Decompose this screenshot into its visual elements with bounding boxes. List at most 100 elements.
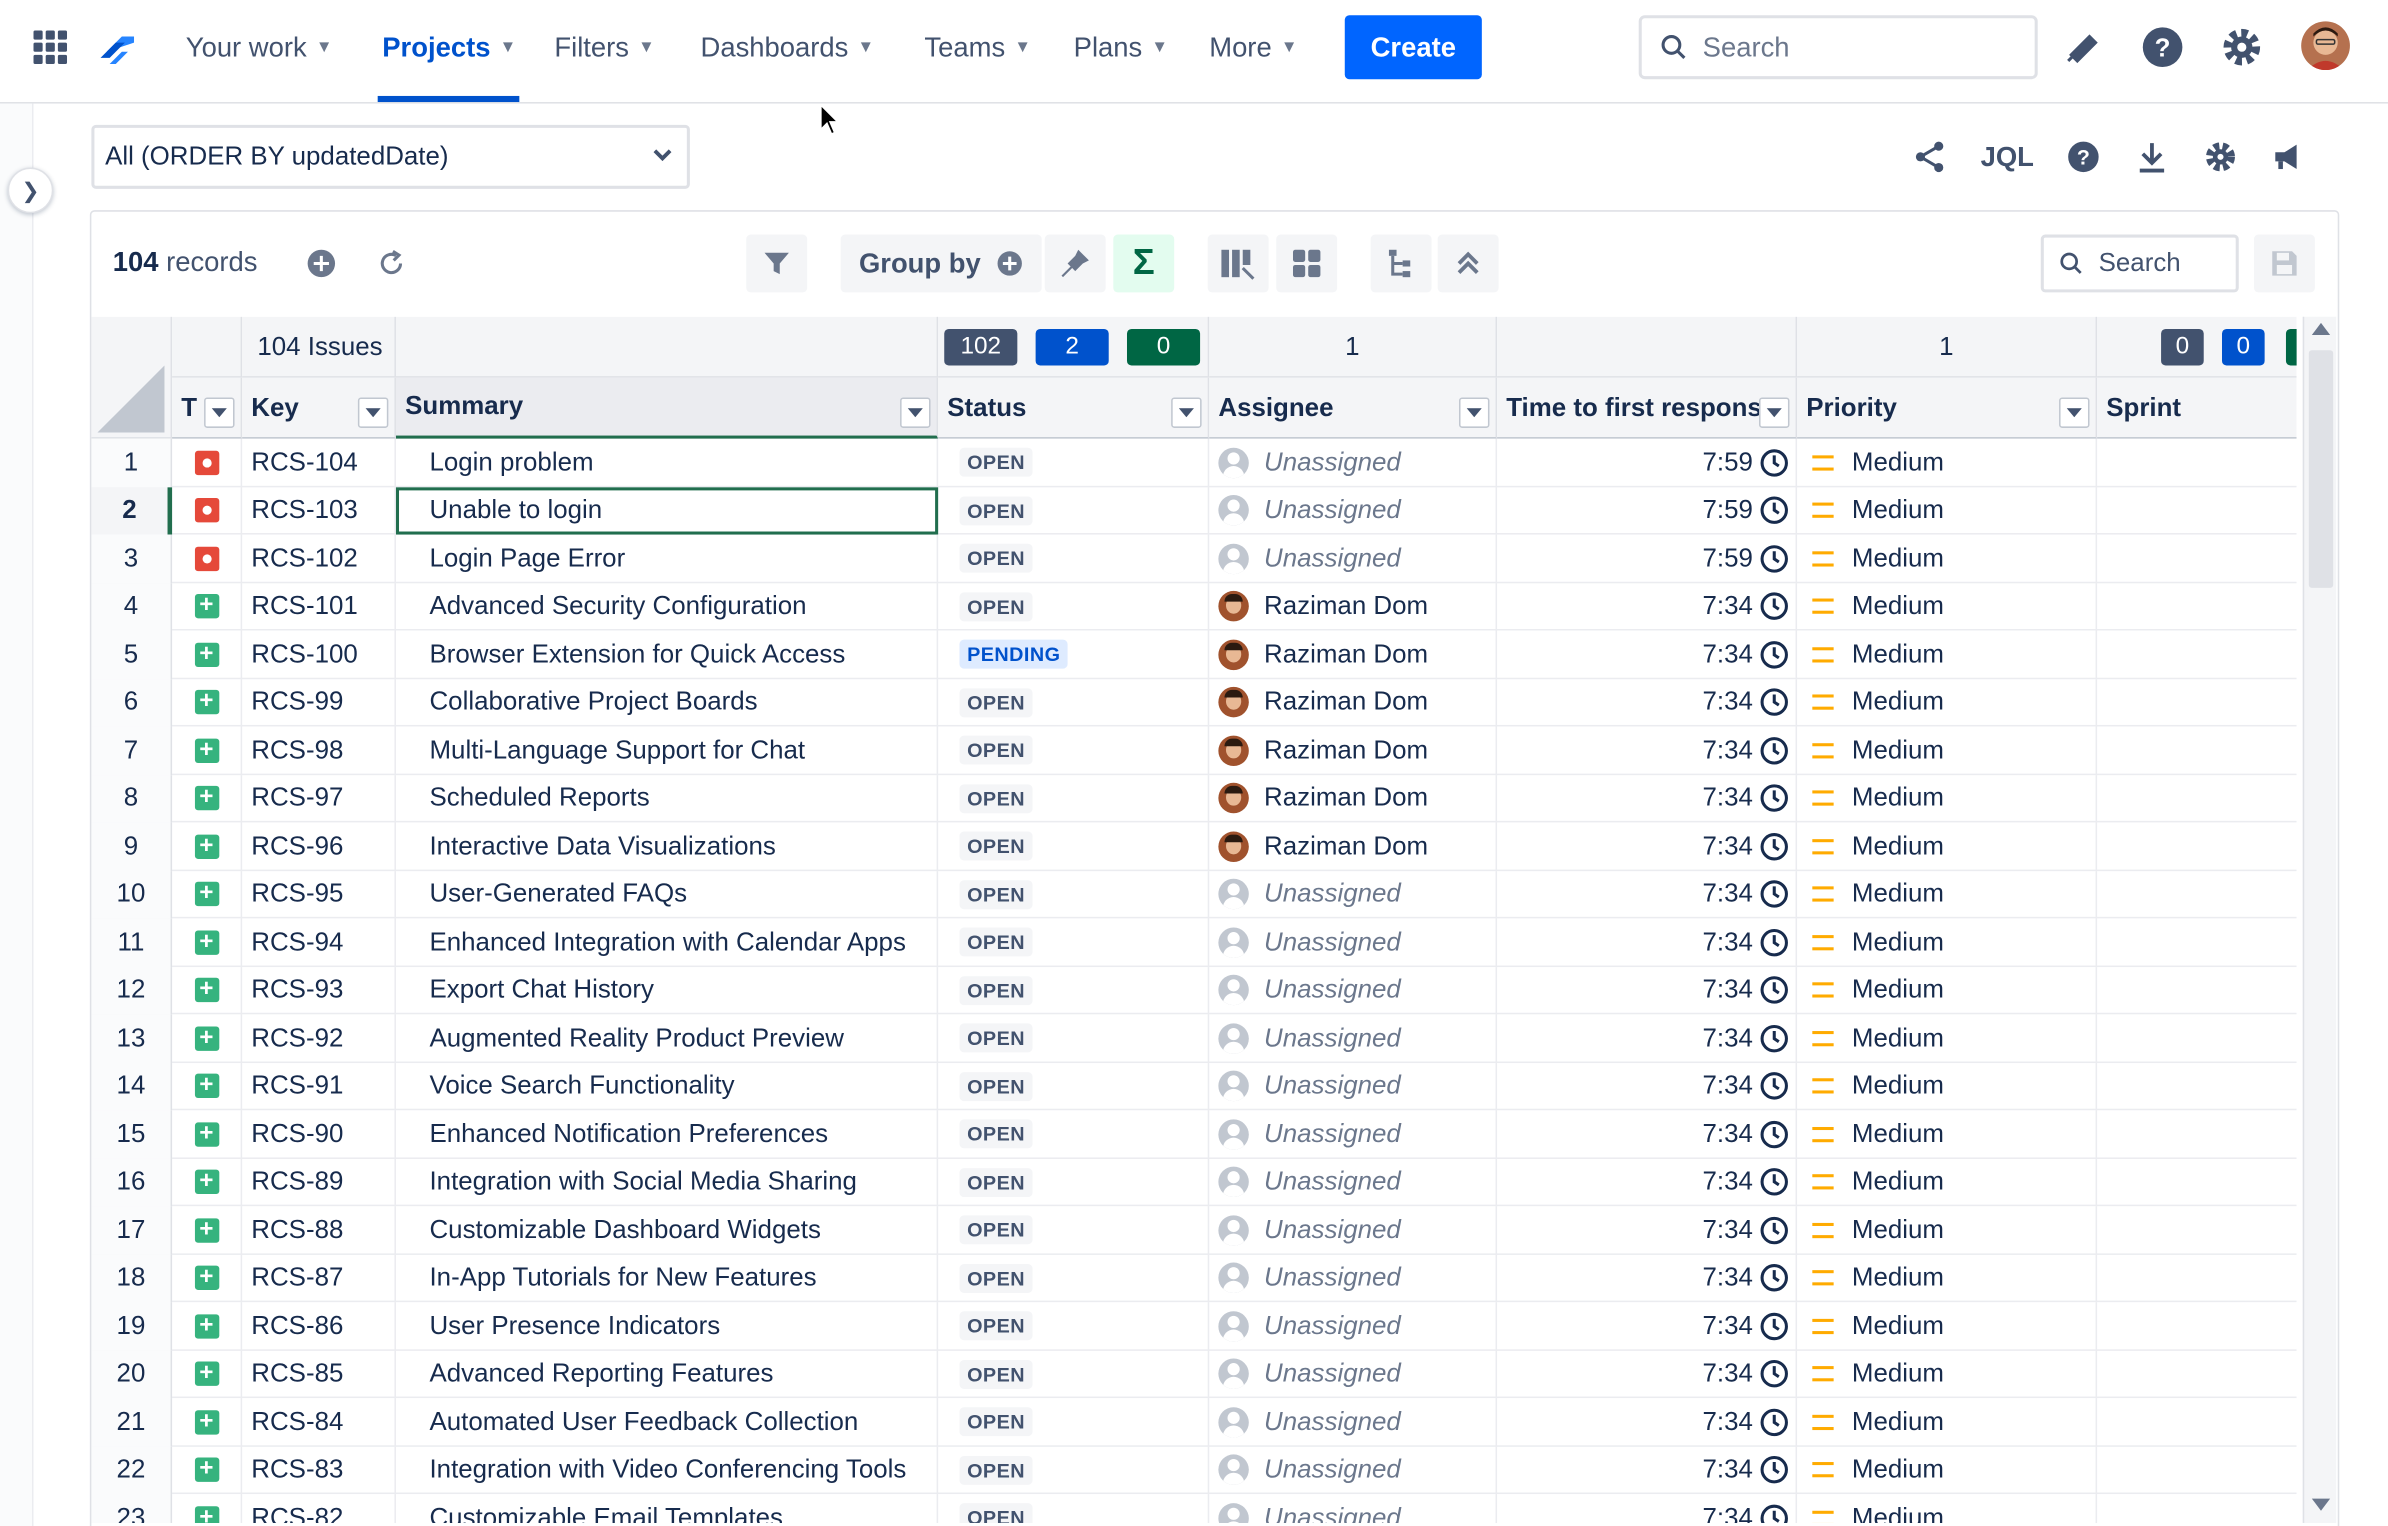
priority-cell[interactable]: Medium: [1797, 918, 2098, 967]
table-row[interactable]: 5 + RCS-100 Browser Extension for Quick Acc…: [91, 630, 2297, 679]
sprint-cell[interactable]: [2097, 870, 2297, 918]
columns-button[interactable]: [1207, 234, 1269, 293]
issue-summary[interactable]: Multi-Language Support for Chat: [396, 726, 939, 775]
issue-type-cell[interactable]: +: [172, 1350, 243, 1399]
time-to-first-response-cell[interactable]: 7:34: [1497, 1158, 1798, 1207]
issue-key[interactable]: RCS-82: [242, 1494, 396, 1523]
time-to-first-response-cell[interactable]: 7:34: [1497, 582, 1798, 631]
sprint-cell[interactable]: [2097, 1254, 2297, 1302]
time-to-first-response-cell[interactable]: 7:34: [1497, 1014, 1798, 1063]
column-header-key[interactable]: Key: [242, 377, 396, 439]
jira-logo-icon[interactable]: [94, 24, 140, 70]
assignee-cell[interactable]: Unassigned: [1209, 1110, 1498, 1159]
table-row[interactable]: 18 + RCS-87 In-App Tutorials for New Featur…: [91, 1254, 2297, 1303]
time-to-first-response-cell[interactable]: 7:34: [1497, 1062, 1798, 1111]
issue-key[interactable]: RCS-103: [242, 486, 396, 535]
issue-type-cell[interactable]: +: [172, 1014, 243, 1063]
app-switcher-icon[interactable]: [33, 30, 68, 64]
sprint-cell[interactable]: [2097, 631, 2297, 679]
time-to-first-response-cell[interactable]: 7:34: [1497, 918, 1798, 967]
column-menu-dropdown[interactable]: [204, 397, 235, 428]
time-to-first-response-cell[interactable]: 7:34: [1497, 678, 1798, 727]
table-row[interactable]: 10 + RCS-95 User-Generated FAQs OPEN Unassign…: [91, 870, 2297, 919]
time-to-first-response-cell[interactable]: 7:34: [1497, 966, 1798, 1015]
issue-type-cell[interactable]: [172, 486, 243, 535]
priority-cell[interactable]: Medium: [1797, 1206, 2098, 1255]
priority-cell[interactable]: Medium: [1797, 582, 2098, 631]
row-number[interactable]: 15: [91, 1110, 173, 1159]
sprint-count-badge[interactable]: 0: [2161, 328, 2204, 366]
priority-cell[interactable]: Medium: [1797, 966, 2098, 1015]
issue-type-cell[interactable]: +: [172, 822, 243, 871]
time-to-first-response-cell[interactable]: 7:34: [1497, 1398, 1798, 1447]
issue-type-cell[interactable]: +: [172, 1062, 243, 1111]
priority-cell[interactable]: Medium: [1797, 1494, 2098, 1523]
issue-type-cell[interactable]: +: [172, 918, 243, 967]
table-row[interactable]: 19 + RCS-86 User Presence Indicators OPEN Una…: [91, 1302, 2297, 1351]
priority-cell[interactable]: Medium: [1797, 822, 2098, 871]
time-to-first-response-cell[interactable]: 7:59: [1497, 438, 1798, 487]
status-cell[interactable]: OPEN: [938, 1398, 1210, 1447]
table-row[interactable]: 20 + RCS-85 Advanced Reporting Features OPEN…: [91, 1350, 2297, 1399]
status-cell[interactable]: OPEN: [938, 1254, 1210, 1303]
settings-icon[interactable]: [2202, 137, 2239, 177]
issue-key[interactable]: RCS-91: [242, 1062, 396, 1111]
status-cell[interactable]: OPEN: [938, 486, 1210, 535]
issue-key[interactable]: RCS-84: [242, 1398, 396, 1447]
issue-type-cell[interactable]: +: [172, 774, 243, 823]
table-row[interactable]: 23 + RCS-82 Customizable Email Templates OPE…: [91, 1494, 2296, 1523]
sprint-cell[interactable]: [2097, 822, 2297, 870]
assignee-cell[interactable]: Raziman Dom: [1209, 726, 1498, 775]
sprint-cell[interactable]: [2097, 1446, 2297, 1494]
vertical-scrollbar[interactable]: [2302, 316, 2337, 1523]
sprint-cell[interactable]: [2097, 1302, 2297, 1350]
column-menu-dropdown[interactable]: [1171, 397, 1202, 428]
issue-key[interactable]: RCS-87: [242, 1254, 396, 1303]
issue-type-cell[interactable]: +: [172, 582, 243, 631]
priority-cell[interactable]: Medium: [1797, 1398, 2098, 1447]
priority-cell[interactable]: Medium: [1797, 1254, 2098, 1303]
jql-button[interactable]: JQL: [1977, 137, 2038, 177]
issue-summary[interactable]: Interactive Data Visualizations: [396, 822, 939, 871]
column-header-assignee[interactable]: Assignee: [1209, 377, 1498, 439]
status-cell[interactable]: OPEN: [938, 774, 1210, 823]
issue-key[interactable]: RCS-95: [242, 870, 396, 919]
row-number[interactable]: 21: [91, 1398, 173, 1447]
issue-summary[interactable]: Customizable Dashboard Widgets: [396, 1206, 939, 1255]
issue-key[interactable]: RCS-101: [242, 582, 396, 631]
sprint-cell[interactable]: [2097, 535, 2297, 583]
download-icon[interactable]: [2134, 137, 2171, 177]
nav-item-filters[interactable]: Filters ▼: [554, 27, 654, 67]
issue-type-cell[interactable]: +: [172, 1302, 243, 1351]
filter-button[interactable]: [746, 234, 808, 293]
row-number[interactable]: 7: [91, 726, 173, 775]
issue-summary[interactable]: Login problem: [396, 438, 939, 487]
priority-cell[interactable]: Medium: [1797, 438, 2098, 487]
issue-key[interactable]: RCS-94: [242, 918, 396, 967]
column-header-type[interactable]: T: [172, 377, 243, 439]
status-cell[interactable]: OPEN: [938, 1302, 1210, 1351]
sprint-cell[interactable]: [2097, 1398, 2297, 1446]
assignee-cell[interactable]: Raziman Dom: [1209, 630, 1498, 679]
assignee-cell[interactable]: Unassigned: [1209, 1014, 1498, 1063]
time-to-first-response-cell[interactable]: 7:34: [1497, 1206, 1798, 1255]
global-search-input[interactable]: Search: [1638, 15, 2038, 80]
table-row[interactable]: 11 + RCS-94 Enhanced Integration with Calen…: [91, 918, 2297, 967]
assignee-cell[interactable]: Unassigned: [1209, 438, 1498, 487]
sprint-cell[interactable]: [2097, 583, 2297, 631]
status-cell[interactable]: OPEN: [938, 1350, 1210, 1399]
issue-type-cell[interactable]: +: [172, 1446, 243, 1495]
issue-type-cell[interactable]: +: [172, 1494, 243, 1523]
nav-item-dashboards[interactable]: Dashboards ▼: [701, 27, 875, 67]
refresh-button[interactable]: [372, 235, 412, 293]
priority-cell[interactable]: Medium: [1797, 1062, 2098, 1111]
column-menu-dropdown[interactable]: [900, 397, 931, 428]
assignee-cell[interactable]: Unassigned: [1209, 870, 1498, 919]
assignee-cell[interactable]: Unassigned: [1209, 1398, 1498, 1447]
table-row[interactable]: 15 + RCS-90 Enhanced Notification Preferenc…: [91, 1110, 2297, 1159]
status-cell[interactable]: OPEN: [938, 966, 1210, 1015]
column-header-summary[interactable]: Summary: [395, 377, 939, 439]
issue-summary[interactable]: Browser Extension for Quick Access: [396, 630, 939, 679]
time-to-first-response-cell[interactable]: 7:59: [1497, 486, 1798, 535]
issue-key[interactable]: RCS-90: [242, 1110, 396, 1159]
